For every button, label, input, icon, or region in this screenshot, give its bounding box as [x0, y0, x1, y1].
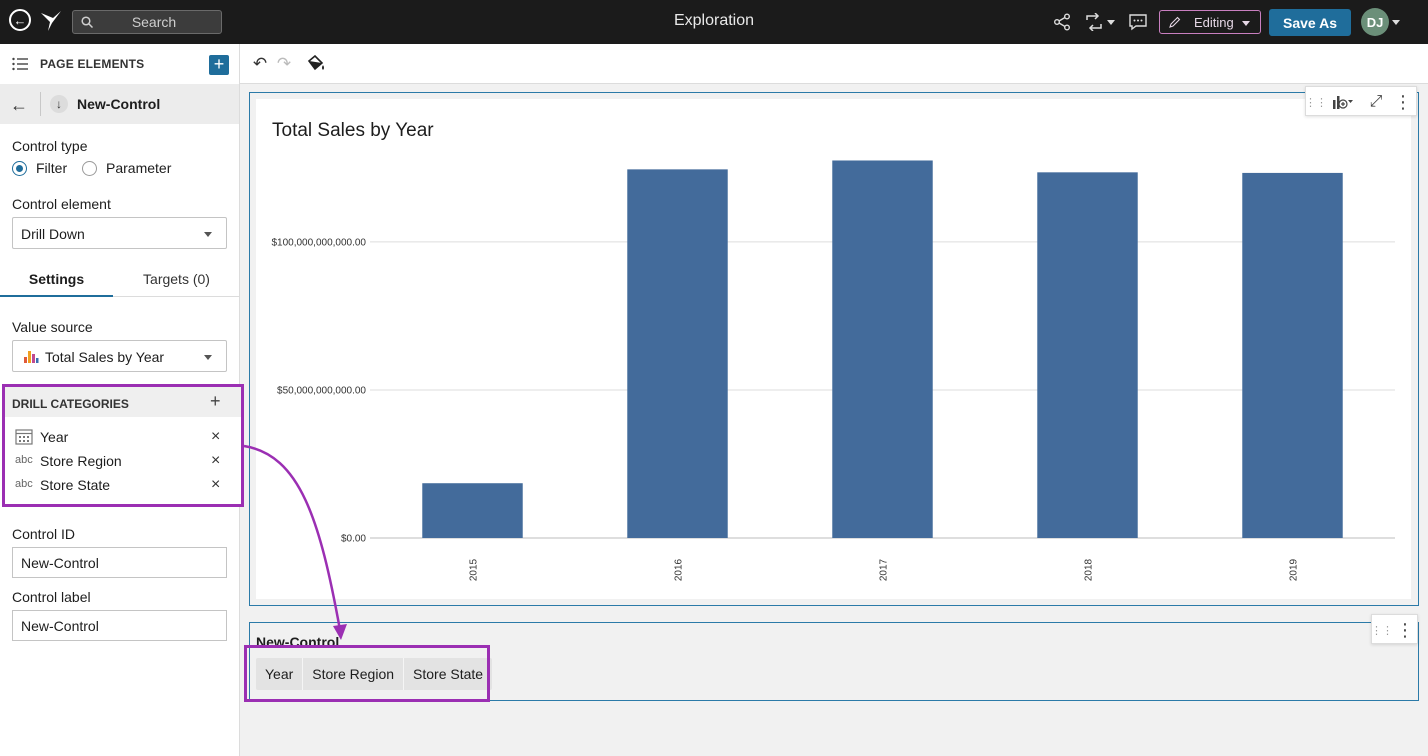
- close-icon[interactable]: ×: [211, 452, 220, 470]
- logo-icon[interactable]: [40, 9, 62, 33]
- parameter-radio[interactable]: [82, 161, 97, 176]
- bar-2017[interactable]: [832, 160, 933, 538]
- drag-handle-icon[interactable]: ⋮⋮: [1305, 92, 1327, 112]
- bar-2016[interactable]: [627, 169, 728, 538]
- back-icon[interactable]: ←: [9, 9, 31, 31]
- bar-chart-icon: [24, 351, 39, 363]
- value-source-value: Total Sales by Year: [45, 349, 165, 365]
- divider: [40, 92, 41, 116]
- drill-category-name: Store State: [40, 477, 111, 493]
- control-element-value: Drill Down: [21, 226, 85, 242]
- chevron-down-icon: [204, 232, 212, 237]
- paint-bucket-icon[interactable]: [306, 54, 326, 74]
- bar-2015[interactable]: [422, 483, 523, 538]
- undo-icon[interactable]: ↶: [250, 54, 270, 74]
- x-tick-label: 2019: [1289, 558, 1300, 581]
- chart-type-icon[interactable]: [1328, 92, 1356, 112]
- pencil-icon: [1169, 16, 1181, 28]
- control-id-label: Control ID: [12, 526, 76, 542]
- value-source-select[interactable]: Total Sales by Year: [12, 340, 227, 372]
- control-label-label: Control label: [12, 589, 91, 605]
- search-box[interactable]: [72, 10, 222, 34]
- save-as-button[interactable]: Save As: [1269, 9, 1351, 36]
- highlight-box: [244, 645, 490, 702]
- refresh-icon[interactable]: [1083, 11, 1105, 33]
- page-elements-header: PAGE ELEMENTS +: [0, 44, 239, 84]
- x-tick-label: 2016: [674, 558, 685, 581]
- bar-2018[interactable]: [1037, 172, 1138, 538]
- editing-dropdown[interactable]: Editing: [1159, 10, 1261, 34]
- comment-icon[interactable]: [1127, 11, 1149, 33]
- close-icon[interactable]: ×: [211, 476, 220, 494]
- x-tick-label: 2017: [879, 558, 890, 581]
- drill-category-name: Store Region: [40, 453, 122, 469]
- list-item[interactable]: abc Store Region ×: [5, 450, 241, 474]
- close-icon[interactable]: ×: [211, 428, 220, 446]
- x-tick-label: 2018: [1084, 558, 1095, 581]
- bar-chart: $0.00 $50,000,000,000.00 $100,000,000,000.…: [271, 160, 1395, 581]
- control-element-select[interactable]: Drill Down: [12, 217, 227, 249]
- redo-icon[interactable]: ↷: [274, 54, 294, 74]
- more-options-icon[interactable]: ⋮: [1396, 620, 1414, 640]
- list-item[interactable]: abc Store State ×: [5, 474, 241, 498]
- list-item[interactable]: Year ×: [5, 426, 241, 450]
- drill-categories-label: DRILL CATEGORIES: [12, 397, 129, 411]
- avatar[interactable]: DJ: [1361, 8, 1389, 36]
- tab-targets[interactable]: Targets (0): [120, 262, 233, 297]
- back-arrow-icon[interactable]: ←: [10, 95, 28, 116]
- y-tick-label: $0.00: [341, 534, 366, 545]
- page-elements-label: PAGE ELEMENTS: [40, 57, 145, 71]
- settings-tabs: Settings Targets (0): [0, 262, 239, 297]
- chart-toolbar: ⋮⋮ ⤢ ⋮: [1305, 86, 1417, 116]
- search-icon: [81, 16, 93, 28]
- expand-icon[interactable]: ⤢: [1366, 92, 1386, 112]
- drill-category-name: Year: [40, 429, 69, 445]
- drag-handle-icon[interactable]: ⋮⋮: [1371, 620, 1393, 640]
- y-tick-label: $50,000,000,000.00: [277, 385, 366, 396]
- left-panel: PAGE ELEMENTS + ← ↓ New-Control Control …: [0, 44, 244, 756]
- page-title: Exploration: [673, 12, 755, 29]
- chevron-down-icon: [1242, 21, 1250, 26]
- drill-categories-header: DRILL CATEGORIES +: [5, 387, 241, 417]
- editor-toolbar: ↶ ↷: [240, 44, 1428, 84]
- list-icon[interactable]: [12, 57, 28, 71]
- control-type-label: Control type: [12, 138, 88, 154]
- chevron-down-icon[interactable]: [1104, 11, 1118, 33]
- text-type-icon: abc: [15, 478, 33, 490]
- editing-label: Editing: [1194, 15, 1234, 30]
- search-input[interactable]: [73, 14, 221, 30]
- value-source-label: Value source: [12, 319, 93, 335]
- more-options-icon[interactable]: ⋮: [1394, 92, 1412, 112]
- drill-categories-section: DRILL CATEGORIES + Year × abc Store Regi…: [2, 384, 244, 507]
- drill-down-icon: ↓: [50, 95, 68, 113]
- chevron-down-icon[interactable]: [1392, 20, 1400, 25]
- y-tick-label: $100,000,000,000.00: [271, 237, 366, 248]
- chevron-down-icon: [204, 355, 212, 360]
- control-toolbar: ⋮⋮ ⋮: [1371, 614, 1418, 644]
- parameter-radio-label[interactable]: Parameter: [106, 160, 171, 176]
- tab-settings[interactable]: Settings: [0, 262, 113, 297]
- text-type-icon: abc: [15, 454, 33, 466]
- add-category-icon[interactable]: +: [210, 391, 221, 412]
- share-icon[interactable]: [1051, 11, 1073, 33]
- calendar-icon: [15, 429, 33, 445]
- top-bar: ← Exploration Editing Save As DJ: [0, 0, 1428, 44]
- control-label-input[interactable]: [12, 610, 227, 641]
- x-tick-label: 2015: [469, 558, 480, 581]
- filter-radio[interactable]: [12, 161, 27, 176]
- filter-radio-label[interactable]: Filter: [36, 160, 67, 176]
- control-header: ← ↓ New-Control: [0, 84, 239, 124]
- control-element-label: Control element: [12, 196, 111, 212]
- add-element-button[interactable]: +: [209, 55, 229, 75]
- control-id-input[interactable]: [12, 547, 227, 578]
- bar-2019[interactable]: [1242, 172, 1343, 538]
- control-name: New-Control: [77, 96, 161, 112]
